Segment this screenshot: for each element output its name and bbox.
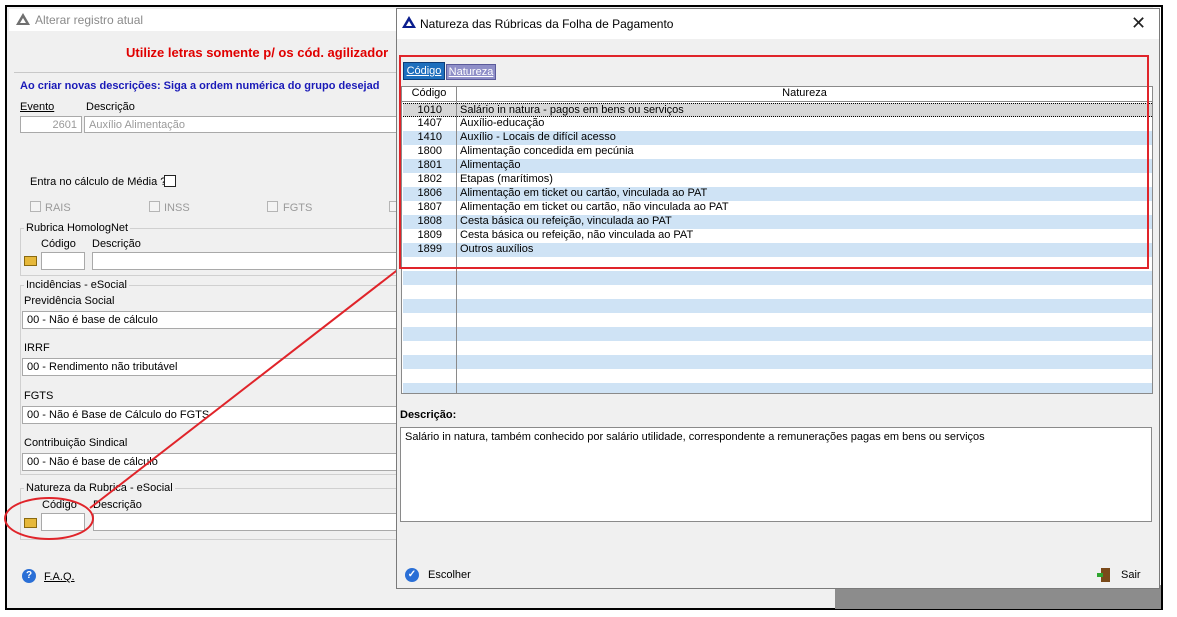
descricao-title: Descrição: — [400, 409, 457, 421]
escolher-button[interactable]: Escolher — [428, 569, 471, 581]
dialog-title: Natureza das Rúbricas da Folha de Pagame… — [420, 17, 674, 31]
exit-door-icon[interactable] — [1097, 567, 1111, 583]
empty-row — [403, 327, 1152, 341]
empty-row — [403, 299, 1152, 313]
empty-row — [403, 271, 1152, 285]
sair-button[interactable]: Sair — [1121, 569, 1141, 581]
highlight-box — [399, 55, 1149, 269]
descricao-text: Salário in natura, também conhecido por … — [400, 427, 1152, 522]
close-icon[interactable]: ✕ — [1131, 13, 1146, 33]
connector-line — [89, 267, 401, 509]
empty-row — [403, 355, 1152, 369]
empty-row — [403, 383, 1152, 393]
warning-triangle-icon — [402, 16, 416, 28]
door-arrow — [1097, 573, 1103, 577]
check-circle-icon[interactable]: ✓ — [405, 568, 419, 582]
